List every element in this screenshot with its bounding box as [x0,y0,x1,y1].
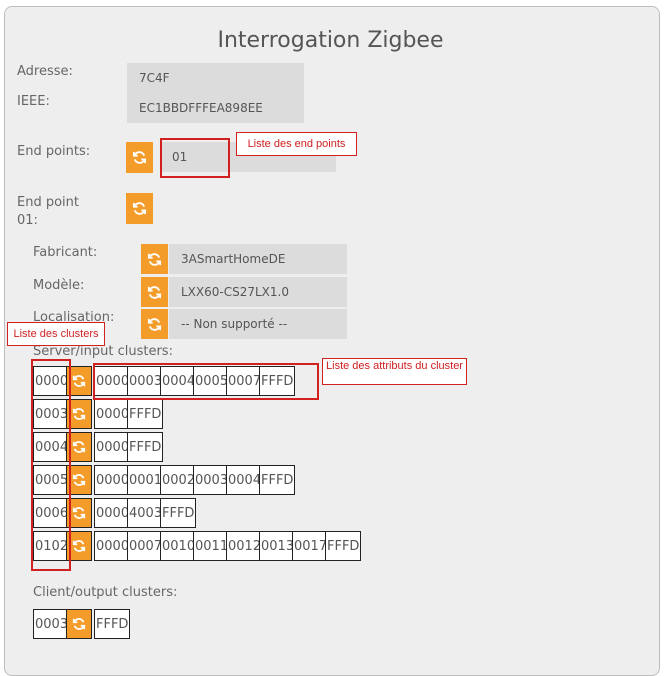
client-clusters-label: Client/output clusters: [33,585,178,600]
end-point-label-line1: End point [17,195,79,210]
address-box: 7C4F EC1BBDFFFEA898EE [127,63,304,123]
attribute-cell: 0000 [94,432,129,462]
refresh-icon [72,441,86,453]
modele-value: LXX60-CS27LX1.0 [169,277,347,307]
attribute-cell: 4003 [127,498,162,528]
refresh-end-point-button[interactable] [126,193,153,224]
attribute-cell: 0010 [160,531,195,561]
attribute-cell: 0017 [292,531,327,561]
refresh-icon [132,202,147,215]
attribute-cell: 0000 [94,531,129,561]
refresh-fabricant-button[interactable] [141,244,168,274]
cluster-id-cell: 0003 [33,609,68,639]
attribute-cell: 0000 [94,399,129,429]
adresse-value: 7C4F [139,71,170,85]
end-point-label-line2: 01: [17,213,38,228]
attribute-cell: 0001 [127,465,162,495]
attribute-cell: FFFD [127,399,163,429]
fabricant-value: 3ASmartHomeDE [169,244,347,274]
attributes-annotation: Liste des attributs du cluster [322,358,467,385]
end-points-label: End points: [17,144,91,159]
end-points-highlight [160,138,230,178]
page-title: Interrogation Zigbee [217,28,444,53]
modele-label: Modèle: [33,278,85,293]
refresh-end-points-button[interactable] [126,142,153,173]
attribute-cell: 0012 [226,531,261,561]
attribute-cell: 0000 [94,498,129,528]
attribute-cell: 0013 [259,531,294,561]
attributes-highlight [93,363,319,400]
fabricant-label: Fabricant: [33,245,98,260]
refresh-icon [72,474,86,486]
attribute-cell: 0000 [94,465,129,495]
refresh-icon [72,408,86,420]
attribute-cell: 0003 [193,465,228,495]
attribute-cell: 0011 [193,531,228,561]
end-point-label: End point 01: [17,194,79,230]
refresh-icon [72,618,86,630]
refresh-icon [147,285,162,299]
ieee-value: EC1BBDFFFEA898EE [139,101,263,115]
clusters-highlight [31,359,71,571]
refresh-cluster-button[interactable] [66,609,92,639]
refresh-icon [147,317,162,331]
refresh-icon [72,375,86,387]
adresse-label: Adresse: [17,64,73,79]
attribute-cell: FFFD [160,498,196,528]
server-clusters-label: Server/input clusters: [33,344,173,359]
refresh-icon [72,507,86,519]
clusters-annotation: Liste des clusters [7,322,105,346]
refresh-icon [72,540,86,552]
attribute-cell: 0002 [160,465,195,495]
ieee-label: IEEE: [17,94,50,109]
refresh-localisation-button[interactable] [141,309,168,339]
attribute-cell: 0004 [226,465,261,495]
localisation-value: -- Non supporté -- [169,309,347,339]
refresh-icon [147,252,162,266]
attribute-cell: FFFD [325,531,361,561]
refresh-modele-button[interactable] [141,277,168,307]
attribute-cell: FFFD [127,432,163,462]
end-points-annotation: Liste des end points [236,132,357,156]
attribute-cell: 0007 [127,531,162,561]
refresh-icon [132,151,147,164]
attribute-cell: FFFD [94,609,130,639]
attribute-cell: FFFD [259,465,295,495]
